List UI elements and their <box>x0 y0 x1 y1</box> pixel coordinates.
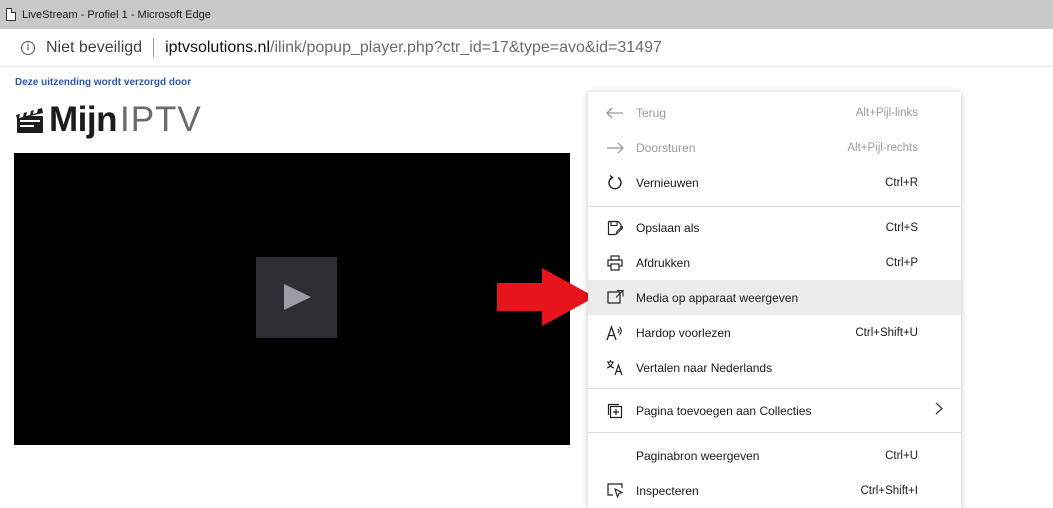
menu-item-refresh[interactable]: Vernieuwen Ctrl+R <box>588 165 961 200</box>
menu-item-shortcut: Alt+Pijl-rechts <box>847 141 918 154</box>
menu-item-shortcut: Alt+Pijl-links <box>855 106 918 119</box>
menu-item-save-as[interactable]: Opslaan als Ctrl+S <box>588 210 961 245</box>
menu-item-label: Pagina toevoegen aan Collecties <box>636 403 812 418</box>
info-icon[interactable]: i <box>21 40 35 55</box>
printer-icon <box>605 253 625 273</box>
window-titlebar: LiveStream - Profiel 1 - Microsoft Edge <box>0 0 1053 29</box>
page-icon <box>6 8 16 21</box>
arrow-left-icon <box>605 103 625 123</box>
address-separator <box>153 38 155 57</box>
security-label[interactable]: Niet beveiligd <box>46 39 142 57</box>
menu-item-shortcut: Ctrl+S <box>885 221 918 234</box>
menu-item-label: Vertalen naar Nederlands <box>636 360 773 375</box>
mijniptv-logo: Mijn IPTV <box>15 100 202 140</box>
menu-item-label: Terug <box>636 105 667 120</box>
red-arrow-icon <box>497 268 595 326</box>
play-button[interactable] <box>256 257 337 338</box>
menu-item-cast-media[interactable]: Media op apparaat weergeven <box>588 280 961 315</box>
menu-item-shortcut: Ctrl+R <box>885 176 918 189</box>
window-title: LiveStream - Profiel 1 - Microsoft Edge <box>22 8 211 21</box>
menu-item-shortcut: Ctrl+U <box>885 449 918 462</box>
menu-item-add-to-collections[interactable]: Pagina toevoegen aan Collecties <box>588 393 961 428</box>
menu-item-back[interactable]: Terug Alt+Pijl-links <box>588 95 961 130</box>
sponsor-text: Deze uitzending wordt verzorgd door <box>15 77 192 88</box>
menu-item-label: Media op apparaat weergeven <box>636 290 799 305</box>
context-menu: Terug Alt+Pijl-links Doorsturen Alt+Pijl… <box>588 92 961 508</box>
menu-item-label: Hardop voorlezen <box>636 325 731 340</box>
arrow-right-icon <box>605 138 625 158</box>
menu-item-shortcut: Ctrl+P <box>885 256 918 269</box>
refresh-icon <box>605 173 625 193</box>
menu-item-read-aloud[interactable]: Hardop voorlezen Ctrl+Shift+U <box>588 315 961 350</box>
url-domain[interactable]: iptvsolutions.nl <box>165 39 270 57</box>
menu-item-print[interactable]: Afdrukken Ctrl+P <box>588 245 961 280</box>
menu-separator <box>588 432 961 433</box>
clapperboard-icon <box>16 107 43 133</box>
address-bar[interactable]: i Niet beveiligd iptvsolutions.nl/ilink/… <box>0 29 1053 67</box>
read-aloud-icon <box>605 323 625 343</box>
logo-text-mijn: Mijn <box>49 100 117 139</box>
menu-item-forward[interactable]: Doorsturen Alt+Pijl-rechts <box>588 130 961 165</box>
logo-text-iptv: IPTV <box>119 100 202 139</box>
inspect-icon <box>605 481 625 501</box>
menu-item-label: Opslaan als <box>636 220 700 235</box>
menu-item-label: Vernieuwen <box>636 175 699 190</box>
menu-item-shortcut: Ctrl+Shift+U <box>855 326 918 339</box>
menu-item-label: Doorsturen <box>636 140 696 155</box>
collections-icon <box>605 401 625 421</box>
menu-item-label: Paginabron weergeven <box>636 448 760 463</box>
menu-item-shortcut: Ctrl+Shift+I <box>860 484 918 497</box>
menu-item-inspect[interactable]: Inspecteren Ctrl+Shift+I <box>588 473 961 508</box>
menu-item-translate[interactable]: Vertalen naar Nederlands <box>588 350 961 385</box>
cast-icon <box>605 288 625 308</box>
save-as-icon <box>605 218 625 238</box>
play-icon <box>284 284 311 310</box>
chevron-right-icon <box>935 402 943 419</box>
menu-separator <box>588 206 961 207</box>
video-player[interactable] <box>14 153 570 445</box>
menu-separator <box>588 388 961 389</box>
menu-item-view-source[interactable]: Paginabron weergeven Ctrl+U <box>588 438 961 473</box>
translate-icon <box>605 358 625 378</box>
menu-item-label: Inspecteren <box>636 483 699 498</box>
url-path[interactable]: /ilink/popup_player.php?ctr_id=17&type=a… <box>270 39 662 57</box>
menu-item-label: Afdrukken <box>636 255 691 270</box>
